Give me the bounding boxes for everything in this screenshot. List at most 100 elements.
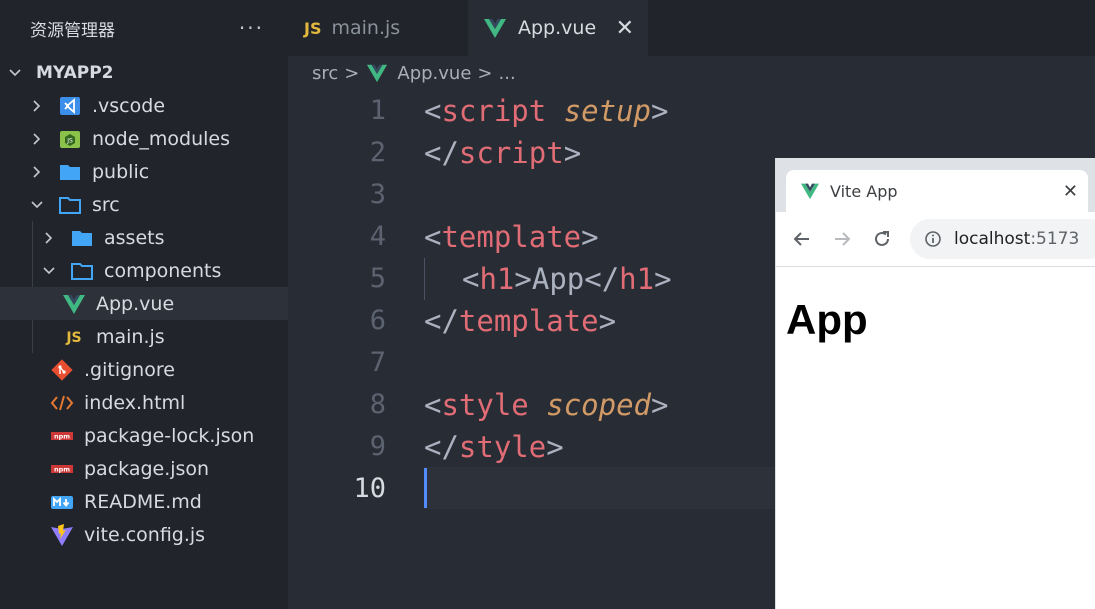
tab-main-js[interactable]: JS main.js	[288, 0, 468, 56]
folder-icon	[58, 160, 82, 184]
chevron-right-icon	[42, 231, 56, 245]
tree-root-label: MYAPP2	[36, 62, 114, 83]
tree-item-label: package-lock.json	[84, 424, 255, 447]
line-number: 9	[369, 431, 386, 462]
tree-item-label: README.md	[84, 490, 202, 513]
node-folder-icon: JS	[58, 127, 82, 151]
url-port: :5173	[1030, 229, 1080, 249]
tree-item-index-html[interactable]: index.html	[0, 386, 288, 419]
tree-item-src[interactable]: src	[0, 188, 288, 221]
folder-open-icon	[58, 193, 82, 217]
js-icon: JS	[62, 325, 86, 349]
breadcrumb: src > App.vue > ...	[288, 56, 1095, 90]
npm-icon: npm	[50, 424, 74, 448]
tree-item-app-vue[interactable]: App.vue	[0, 287, 288, 320]
tree-item-label: src	[92, 193, 120, 216]
tree-item-label: index.html	[84, 391, 186, 414]
line-number: 6	[369, 305, 386, 336]
reload-icon	[875, 231, 889, 246]
breadcrumb-item-symbol[interactable]: ...	[499, 63, 516, 84]
tree-item-label: vite.config.js	[84, 523, 206, 546]
indent-guide	[424, 258, 425, 300]
forward-button[interactable]	[822, 219, 862, 259]
browser-tab[interactable]: Vite App ✕	[786, 170, 1088, 212]
address-bar[interactable]: localhost:5173	[910, 219, 1095, 259]
browser-tab-title: Vite App	[830, 181, 898, 201]
tab-app-vue[interactable]: App.vue ✕	[468, 0, 648, 56]
chevron-right-icon	[30, 132, 44, 146]
tree-item-label: public	[92, 160, 150, 183]
svg-text:JS: JS	[65, 330, 81, 346]
chevron-down-icon	[8, 66, 22, 80]
arrow-left-icon	[793, 232, 809, 246]
explorer-title: 资源管理器	[30, 20, 115, 41]
more-actions-icon[interactable]: ···	[239, 16, 264, 40]
code-line-6: </template>	[424, 304, 617, 338]
git-icon	[50, 358, 74, 382]
tree-item-label: .vscode	[92, 94, 166, 117]
info-icon[interactable]	[924, 230, 942, 248]
explorer-header: 资源管理器 ···	[0, 0, 288, 56]
text-cursor	[424, 468, 427, 508]
npm-icon: npm	[50, 457, 74, 481]
tab-label: main.js	[331, 17, 401, 39]
svg-text:JS: JS	[66, 137, 73, 144]
url-host: localhost	[954, 229, 1031, 249]
tree-item-assets[interactable]: assets	[0, 221, 288, 254]
breadcrumb-separator: >	[344, 62, 360, 84]
chevron-down-icon	[42, 264, 56, 278]
tree-item-label: .gitignore	[84, 358, 175, 381]
explorer-sidebar: 资源管理器 ··· MYAPP2 .vscode JS node_modules…	[0, 0, 288, 609]
code-line-9: </style>	[424, 430, 564, 464]
browser-toolbar: localhost:5173	[776, 212, 1095, 267]
tree-item-vscode[interactable]: .vscode	[0, 89, 288, 122]
vite-icon	[50, 523, 74, 547]
line-number: 8	[369, 389, 386, 420]
tree-item-readme[interactable]: README.md	[0, 485, 288, 518]
line-number: 3	[369, 179, 386, 210]
line-number: 2	[369, 137, 386, 168]
code-line-1: <script setup>	[424, 94, 669, 128]
tree-item-components[interactable]: components	[0, 254, 288, 287]
tree-item-package-lock[interactable]: npm package-lock.json	[0, 419, 288, 452]
close-icon[interactable]: ✕	[1063, 181, 1078, 202]
tree-item-label: node_modules	[92, 127, 231, 150]
breadcrumb-separator: >	[477, 62, 493, 84]
breadcrumb-item-file[interactable]: App.vue	[397, 63, 471, 84]
tree-item-label: main.js	[96, 325, 165, 348]
vscode-folder-icon	[58, 94, 82, 118]
browser-tab-strip: Vite App ✕	[776, 158, 1095, 212]
arrow-right-icon	[835, 232, 851, 246]
tree-item-vite-config[interactable]: vite.config.js	[0, 518, 288, 551]
chevron-right-icon	[30, 99, 44, 113]
reload-button[interactable]	[862, 219, 902, 259]
line-number-current: 10	[353, 473, 386, 504]
svg-text:npm: npm	[54, 432, 70, 440]
folder-icon	[70, 226, 94, 250]
back-button[interactable]	[782, 219, 822, 259]
tab-label: App.vue	[518, 17, 597, 39]
current-line-highlight	[424, 467, 784, 509]
breadcrumb-item-src[interactable]: src	[312, 63, 338, 84]
tree-item-node-modules[interactable]: JS node_modules	[0, 122, 288, 155]
tree-item-public[interactable]: public	[0, 155, 288, 188]
chevron-right-icon	[30, 165, 44, 179]
tree-item-main-js[interactable]: JS main.js	[0, 320, 288, 353]
folder-open-icon	[70, 259, 94, 283]
code-line-2: </script>	[424, 136, 582, 170]
tree-item-label: App.vue	[96, 292, 175, 315]
tree-item-package-json[interactable]: npm package.json	[0, 452, 288, 485]
html-icon	[50, 391, 74, 415]
chevron-down-icon	[30, 198, 44, 212]
js-icon: JS	[304, 18, 322, 38]
vue-icon	[482, 16, 508, 40]
vue-icon	[62, 292, 86, 316]
tree-root-myapp2[interactable]: MYAPP2	[0, 56, 288, 89]
browser-window: Vite App ✕ localhost:5173 App	[775, 158, 1095, 609]
close-icon[interactable]: ✕	[616, 16, 634, 41]
code-line-4: <template>	[424, 220, 599, 254]
tree-item-label: package.json	[84, 457, 210, 480]
code-line-5: <h1>App</h1>	[462, 262, 672, 296]
tree-item-gitignore[interactable]: .gitignore	[0, 353, 288, 386]
page-heading: App	[786, 296, 868, 343]
